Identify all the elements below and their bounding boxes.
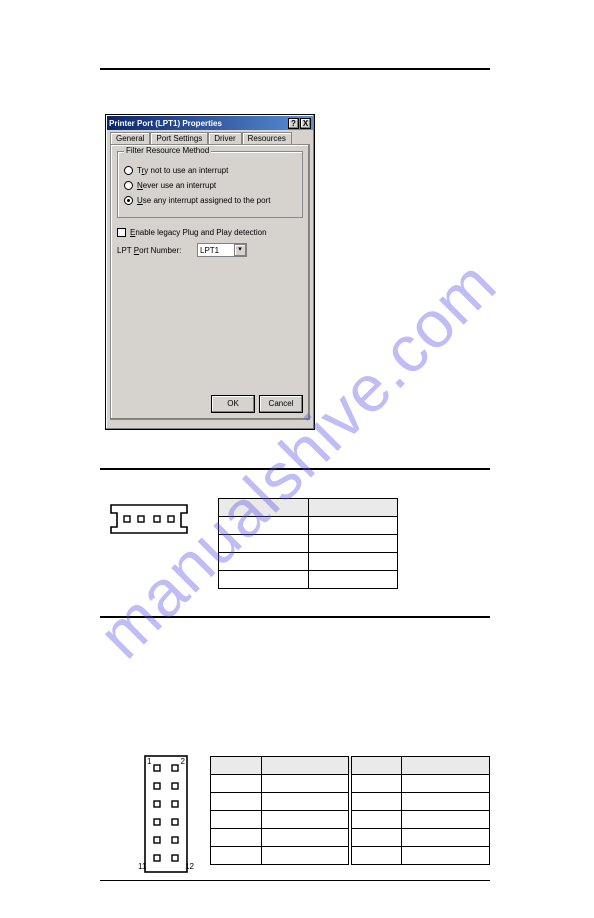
radio-icon [124,196,133,205]
radio-try-not[interactable]: Try not to use an interrupt [124,166,296,175]
table-cell [211,847,262,865]
ok-button[interactable]: OK [211,395,255,413]
chevron-down-icon: ▾ [234,244,246,256]
table-cell [211,829,262,847]
table-header [261,757,349,775]
radio-label: Never use an interrupt [137,181,216,190]
table-cell [351,775,402,793]
table-cell [219,571,309,589]
tab-driver[interactable]: Driver [208,132,241,144]
table-header [351,757,402,775]
radio-icon [124,181,133,190]
table-cell [402,793,490,811]
table-cell [351,811,402,829]
dialog-tabs: General Port Settings Driver Resources [110,132,310,144]
table-cell [308,553,398,571]
tab-port-settings[interactable]: Port Settings [150,132,208,144]
divider-bottom [100,880,490,881]
table-cell [351,793,402,811]
table-header [308,499,398,517]
group-legend: Filter Resource Method [124,146,211,155]
table-cell [308,517,398,535]
radio-label: Use any interrupt assigned to the port [137,196,270,205]
radio-label: Try not to use an interrupt [137,166,228,175]
pin-label-2: 2 [181,757,185,766]
table-cell [261,793,349,811]
connector-12pin-diagram: 1 2 11 12 [144,755,188,873]
table-cell [402,847,490,865]
table-cell [351,847,402,865]
divider-mid1 [100,468,490,470]
table-cell [211,775,262,793]
dialog-titlebar: Printer Port (LPT1) Properties ? X [107,116,313,130]
table-cell [402,829,490,847]
filter-resource-group: Filter Resource Method Try not to use an… [117,151,303,218]
radio-icon [124,166,133,175]
tab-resources[interactable]: Resources [242,132,292,144]
dialog-help-button[interactable]: ? [288,118,299,129]
radio-use-any[interactable]: Use any interrupt assigned to the port [124,196,296,205]
table-cell [308,535,398,553]
table-cell [261,811,349,829]
checkbox-legacy-pnp[interactable]: Enable legacy Plug and Play detection [117,228,303,237]
table-cell [308,571,398,589]
radio-never[interactable]: Never use an interrupt [124,181,296,190]
pin-label-11: 11 [138,862,146,871]
tab-general[interactable]: General [110,132,150,144]
table-cell [261,775,349,793]
table-cell [211,793,262,811]
pinout-table-12pin [210,756,490,865]
properties-dialog: Printer Port (LPT1) Properties ? X Gener… [105,114,315,430]
table-cell [402,775,490,793]
table-header [402,757,490,775]
lpt-port-label: LPT Port Number: [117,246,197,255]
cancel-button[interactable]: Cancel [259,395,303,413]
checkbox-icon [117,228,126,237]
checkbox-label: Enable legacy Plug and Play detection [130,228,267,237]
connector-4pin-diagram [110,504,188,534]
lpt-port-combo[interactable]: LPT1 ▾ [197,243,247,257]
divider-mid2 [100,616,490,618]
dialog-close-button[interactable]: X [300,118,311,129]
table-cell [219,535,309,553]
tab-page: Filter Resource Method Try not to use an… [110,144,310,420]
table-cell [402,811,490,829]
pinout-table-4pin [218,498,398,589]
divider-top [100,68,490,70]
table-cell [219,517,309,535]
combo-value: LPT1 [198,246,234,255]
table-cell [211,811,262,829]
table-cell [261,847,349,865]
pin-label-1: 1 [147,757,151,766]
table-header [219,499,309,517]
pin-label-12: 12 [185,862,194,871]
dialog-title: Printer Port (LPT1) Properties [109,119,222,128]
table-cell [351,829,402,847]
table-header [211,757,262,775]
table-cell [219,553,309,571]
table-cell [261,829,349,847]
